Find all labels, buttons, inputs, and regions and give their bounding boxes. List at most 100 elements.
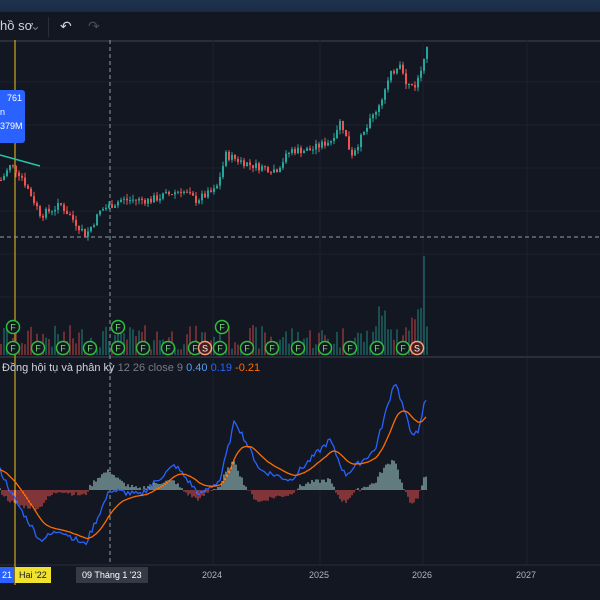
candle	[96, 214, 98, 226]
volume-bar	[339, 347, 341, 355]
candle	[396, 68, 398, 74]
candle	[414, 85, 416, 88]
candle	[333, 137, 335, 141]
candle	[189, 192, 191, 194]
candle	[378, 105, 380, 113]
candle	[267, 167, 269, 173]
volume-bar	[426, 326, 428, 355]
candle	[243, 160, 245, 167]
trend-line	[0, 154, 41, 167]
candle	[36, 203, 38, 207]
signal-value: 0.19	[210, 362, 232, 374]
volume-bar	[309, 330, 311, 355]
candle	[303, 150, 305, 154]
volume-bar	[24, 344, 26, 355]
crosshair-time-label: Hai '22	[15, 567, 51, 583]
candle	[372, 114, 374, 119]
volume-bar	[45, 337, 47, 355]
candle	[99, 210, 101, 215]
candle	[342, 120, 344, 130]
candle	[339, 120, 341, 131]
candle	[150, 198, 152, 203]
volume-bar	[54, 325, 56, 355]
candle	[48, 208, 50, 212]
volume-bar	[264, 332, 266, 355]
candle	[210, 190, 212, 193]
candle	[405, 73, 407, 85]
volume-bar	[156, 331, 158, 355]
candle	[228, 151, 230, 160]
volume-bar	[183, 344, 185, 355]
candle	[111, 204, 113, 208]
event-label: F	[140, 344, 146, 354]
chart-canvas[interactable]: F F F F F F F F F F F F F F F FF F FS S	[0, 0, 600, 600]
candle	[216, 185, 218, 189]
candle	[219, 176, 221, 186]
macd-value: 0.40	[186, 362, 208, 374]
volume-bar	[261, 326, 263, 355]
candle	[294, 149, 296, 154]
candle	[375, 112, 377, 115]
candle	[177, 191, 179, 193]
event-label: S	[202, 344, 208, 354]
candle	[285, 153, 287, 163]
candle	[321, 141, 323, 148]
candle	[138, 198, 140, 201]
tooltip-label: n	[0, 107, 6, 117]
volume-bar	[81, 329, 83, 355]
volume-bar	[384, 310, 386, 355]
event-label: F	[244, 344, 250, 354]
tooltip-value: 761	[6, 93, 22, 103]
candle	[207, 190, 209, 198]
candle	[312, 149, 314, 151]
candle	[411, 83, 413, 86]
indicator-name[interactable]: Đồng hội tụ và phân kỳ	[2, 362, 115, 374]
candle	[330, 140, 332, 143]
candle	[78, 225, 80, 231]
volume-bar	[126, 339, 128, 355]
candle	[186, 191, 188, 193]
volume-bar	[237, 344, 239, 355]
candle	[213, 188, 215, 193]
candle	[33, 196, 35, 204]
candle	[426, 46, 428, 59]
candle	[87, 231, 89, 237]
volume-bar	[333, 343, 335, 355]
event-label: F	[10, 323, 16, 333]
candle	[252, 165, 254, 169]
volume-bar	[234, 342, 236, 355]
candle	[318, 143, 320, 148]
volume-bar	[306, 337, 308, 355]
candle	[198, 200, 200, 203]
volume-bar	[0, 343, 2, 355]
candle	[120, 199, 122, 202]
candle	[114, 205, 116, 208]
volume-bar	[258, 348, 260, 355]
candle	[90, 226, 92, 232]
candle	[123, 198, 125, 200]
volume-bar	[150, 349, 152, 355]
candle	[384, 89, 386, 100]
candle	[162, 193, 164, 199]
candle	[369, 118, 371, 128]
candle	[408, 83, 410, 85]
volume-bar	[312, 347, 314, 355]
candle	[327, 142, 329, 146]
candle	[0, 180, 2, 181]
candle	[279, 167, 281, 173]
event-label: F	[374, 344, 380, 354]
time-axis-left-label: 21	[0, 567, 15, 583]
candle	[42, 215, 44, 218]
candle	[357, 147, 359, 151]
candle	[3, 175, 5, 181]
candle	[255, 163, 257, 169]
candle	[354, 150, 356, 156]
candle	[153, 195, 155, 203]
volume-bar	[159, 340, 161, 355]
candle	[81, 228, 83, 231]
event-label: S	[414, 344, 420, 354]
candle	[63, 204, 65, 211]
candle	[363, 131, 365, 135]
candle	[66, 210, 68, 215]
candle	[360, 134, 362, 148]
